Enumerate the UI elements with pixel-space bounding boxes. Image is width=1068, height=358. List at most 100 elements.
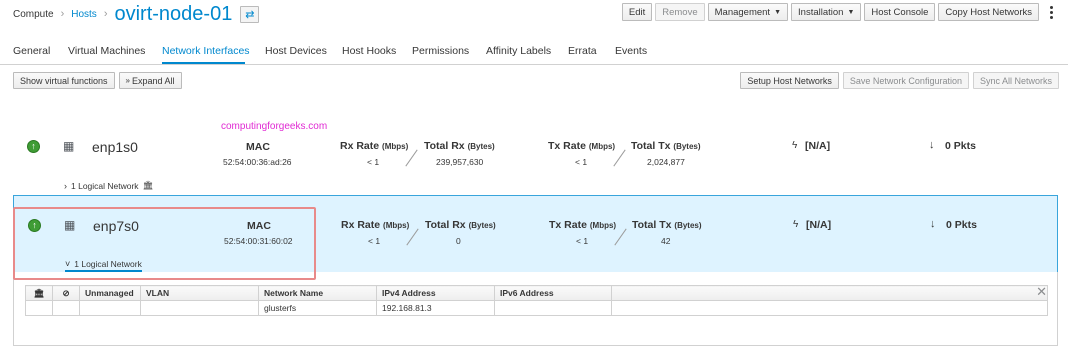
rx-rate-unit: (Mbps) — [382, 142, 409, 151]
tx-rate-label-text: Tx Rate — [548, 140, 586, 152]
installation-dropdown[interactable]: Installation ▼ — [791, 3, 862, 21]
total-rx-unit: (Bytes) — [467, 142, 495, 151]
breadcrumb-compute[interactable]: Compute — [13, 9, 54, 20]
bank-icon: 🏛 — [25, 285, 53, 301]
total-tx-value: 42 — [661, 236, 671, 246]
cell-icon — [25, 300, 53, 316]
management-dropdown[interactable]: Management ▼ — [707, 3, 789, 21]
expand-all-label: Expand All — [132, 75, 175, 86]
table-row[interactable]: glusterfs 192.168.81.3 — [25, 300, 1048, 316]
speed-value: [N/A] — [806, 219, 832, 231]
edit-button[interactable]: Edit — [621, 3, 653, 21]
chevron-down-icon: ▼ — [774, 8, 782, 16]
table-header-row: 🏛 ⊘ Unmanaged VLAN Network Name IPv4 Add… — [25, 285, 1048, 301]
tab-network-interfaces[interactable]: Network Interfaces — [162, 45, 250, 57]
dropped-packets-value: 0 Pkts — [946, 219, 977, 231]
tx-rate-unit: (Mbps) — [589, 221, 617, 230]
tab-general[interactable]: General — [13, 45, 50, 57]
close-icon[interactable]: ✕ — [1036, 284, 1047, 300]
cell-ipv4: 192.168.81.3 — [376, 300, 495, 316]
mac-value: 52:54:00:36:ad:26 — [223, 157, 292, 167]
rx-rate-unit: (Mbps) — [383, 221, 410, 230]
col-network-name[interactable]: Network Name — [258, 285, 377, 301]
remove-button[interactable]: Remove — [655, 3, 705, 21]
setup-host-networks-button[interactable]: Setup Host Networks — [740, 72, 839, 89]
copy-host-networks-button[interactable]: Copy Host Networks — [938, 3, 1039, 21]
tx-rate-unit: (Mbps) — [588, 142, 616, 151]
tab-affinity-labels[interactable]: Affinity Labels — [486, 45, 551, 57]
breadcrumb-separator: › — [103, 8, 108, 20]
cell-sync — [52, 300, 80, 316]
divider — [406, 228, 419, 246]
speed-icon: ϟ — [793, 219, 799, 230]
rx-rate-label-text: Rx Rate — [340, 140, 380, 152]
tab-virtual-machines[interactable]: Virtual Machines — [68, 45, 145, 57]
logical-network-toggle[interactable]: › 1 Logical Network 🏛 — [64, 180, 153, 191]
cell-unmanaged — [79, 300, 141, 316]
total-tx-unit: (Bytes) — [673, 142, 701, 151]
active-tab-indicator — [162, 62, 245, 64]
tab-errata[interactable]: Errata — [568, 45, 597, 57]
management-label: Management — [714, 6, 771, 18]
kebab-menu-icon[interactable] — [1046, 3, 1056, 21]
total-rx-label: Total Rx (Bytes) — [425, 219, 496, 231]
total-rx-label-text: Total Rx — [425, 219, 466, 231]
breadcrumb-hosts[interactable]: Hosts — [71, 9, 97, 20]
tab-events[interactable]: Events — [615, 45, 647, 57]
total-tx-unit: (Bytes) — [674, 221, 702, 230]
col-ipv4[interactable]: IPv4 Address — [376, 285, 495, 301]
chevron-right-icon: › — [64, 180, 67, 191]
annotation-highlight-box — [13, 207, 316, 280]
rx-rate-label: Rx Rate (Mbps) — [341, 219, 409, 231]
sync-all-networks-button[interactable]: Sync All Networks — [972, 72, 1059, 89]
col-ipv6[interactable]: IPv6 Address — [494, 285, 612, 301]
col-vlan[interactable]: VLAN — [140, 285, 259, 301]
tx-rate-value: < 1 — [576, 236, 589, 246]
rx-rate-label: Rx Rate (Mbps) — [340, 140, 408, 152]
total-tx-label: Total Tx (Bytes) — [631, 140, 701, 152]
logical-network-panel: 🏛 ⊘ Unmanaged VLAN Network Name IPv4 Add… — [13, 272, 1058, 346]
mac-label: MAC — [246, 141, 270, 153]
nic-name: enp1s0 — [92, 139, 138, 155]
tx-rate-value: < 1 — [575, 157, 588, 167]
nic-icon: ▦ — [63, 139, 75, 153]
breadcrumb: Compute › Hosts › ovirt-node-01 ⇄ — [13, 2, 260, 25]
page-title: ovirt-node-01 — [114, 2, 233, 25]
chevron-down-icon: ▼ — [847, 8, 855, 16]
logical-network-table: 🏛 ⊘ Unmanaged VLAN Network Name IPv4 Add… — [25, 285, 1048, 316]
switch-view-icon[interactable]: ⇄ — [240, 5, 260, 23]
divider — [405, 149, 418, 167]
dropped-packets-value: 0 Pkts — [945, 140, 976, 152]
rx-rate-value: < 1 — [367, 157, 380, 167]
divider — [613, 149, 626, 167]
installation-label: Installation — [798, 6, 844, 18]
status-up-icon: ↑ — [27, 140, 40, 153]
total-tx-label-text: Total Tx — [632, 219, 672, 231]
expand-all-button[interactable]: » Expand All — [118, 72, 182, 89]
tab-host-devices[interactable]: Host Devices — [265, 45, 327, 57]
total-rx-label: Total Rx (Bytes) — [424, 140, 495, 152]
total-rx-unit: (Bytes) — [468, 221, 496, 230]
nic-view-toolbar: Show virtual functions » Expand All — [13, 72, 182, 89]
total-tx-label-text: Total Tx — [631, 140, 671, 152]
col-unmanaged[interactable]: Unmanaged — [79, 285, 141, 301]
network-config-toolbar: Setup Host Networks Save Network Configu… — [740, 72, 1059, 89]
tx-rate-label: Tx Rate (Mbps) — [549, 219, 616, 231]
speed-icon: ϟ — [792, 140, 798, 151]
save-network-configuration-button[interactable]: Save Network Configuration — [842, 72, 969, 89]
tx-rate-label-text: Tx Rate — [549, 219, 587, 231]
expand-all-icon: » — [125, 76, 130, 85]
tab-permissions[interactable]: Permissions — [412, 45, 469, 57]
detail-tabs: General Virtual Machines Network Interfa… — [0, 40, 1068, 65]
total-rx-value: 239,957,630 — [436, 157, 484, 167]
arrow-down-icon: ↓ — [930, 218, 936, 230]
nic-row[interactable]: ↑ ▦ enp1s0 MAC 52:54:00:36:ad:26 Rx Rate… — [13, 130, 1058, 196]
tab-host-hooks[interactable]: Host Hooks — [342, 45, 396, 57]
host-console-button[interactable]: Host Console — [864, 3, 936, 21]
cell-filler — [611, 300, 1048, 316]
sync-icon: ⊘ — [52, 285, 80, 301]
speed-value: [N/A] — [805, 140, 831, 152]
breadcrumb-separator: › — [60, 8, 65, 20]
show-virtual-functions-button[interactable]: Show virtual functions — [13, 72, 115, 89]
cell-vlan — [140, 300, 259, 316]
